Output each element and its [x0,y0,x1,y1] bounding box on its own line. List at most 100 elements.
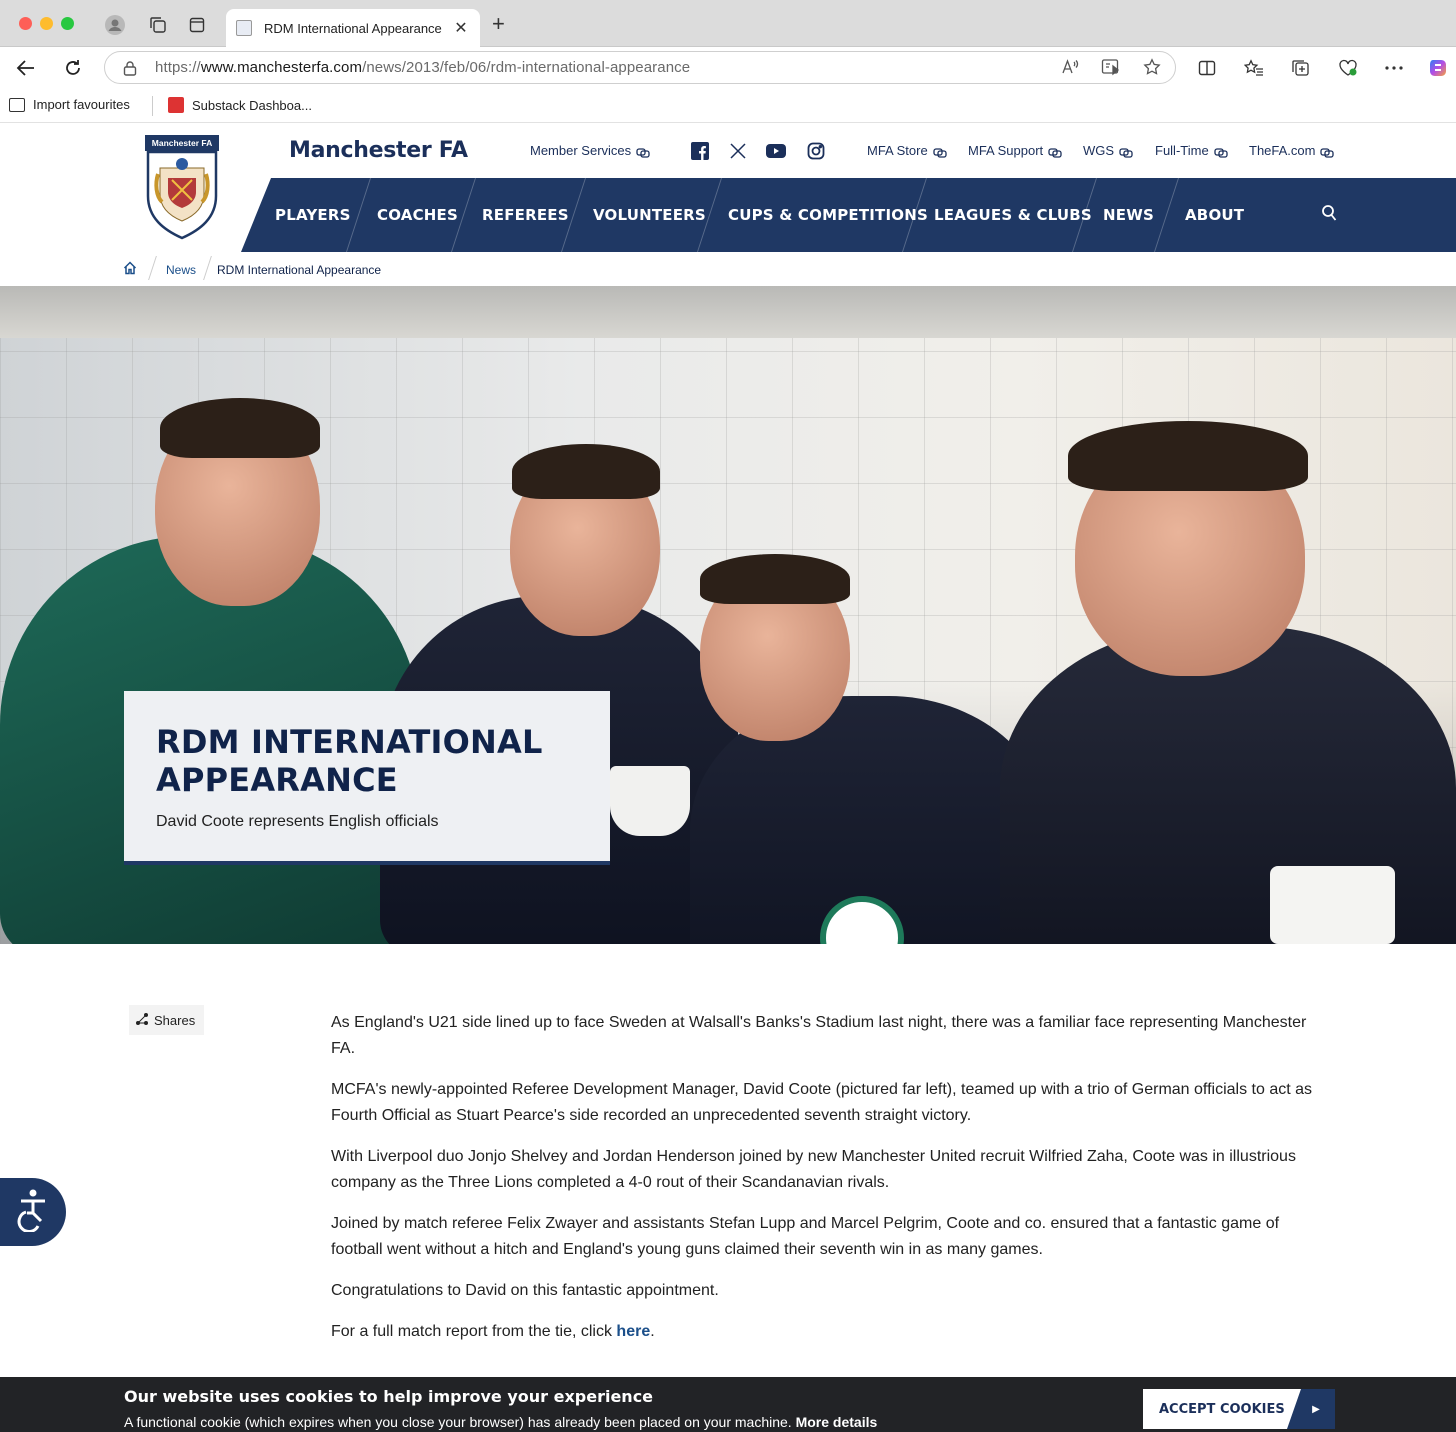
instagram-icon[interactable] [806,141,826,161]
active-tab[interactable]: RDM International Appearance ✕ [226,9,480,47]
nav-divider [1153,178,1180,252]
breadcrumb-current: RDM International Appearance [217,263,382,277]
ceiling [0,286,1456,338]
split-screen-icon[interactable] [1196,57,1218,79]
chevron-right-icon: ▶ [1287,1389,1335,1429]
article-paragraph: With Liverpool duo Jonjo Shelvey and Jor… [331,1148,1296,1191]
url-text[interactable]: https://www.manchesterfa.com/news/2013/f… [155,59,690,76]
nav-referees[interactable]: REFEREES [482,206,569,224]
utility-link-label: TheFA.com [1249,143,1316,158]
collections-icon[interactable] [1290,57,1312,79]
accessibility-icon [13,1188,53,1237]
accept-cookies-button[interactable]: ACCEPT COOKIES ▶ [1143,1389,1335,1429]
nav-leagues-clubs[interactable]: LEAGUES & CLUBS [934,206,1092,224]
accessibility-button[interactable] [0,1178,66,1246]
browser-tab-bar: RDM International Appearance ✕ + [0,0,1456,47]
utility-link-label: Full-Time [1155,143,1209,158]
favourite-label: Substack Dashboa... [192,97,312,113]
x-icon[interactable] [728,141,748,161]
lock-icon[interactable] [123,60,139,76]
main-navigation: PLAYERS COACHES REFEREES VOLUNTEERS CUPS… [241,178,1456,252]
breadcrumb-news[interactable]: News [166,263,196,277]
utility-link-thefa[interactable]: TheFA.com [1249,143,1335,158]
breadcrumb-separator [148,256,157,280]
article-subtitle: David Coote represents English officials [156,813,439,830]
article-body: As England's U21 side lined up to face S… [331,1010,1331,1360]
address-bar[interactable]: https://www.manchesterfa.com/news/2013/f… [104,51,1176,84]
search-icon[interactable] [1321,204,1339,222]
hero-title-card: RDM INTERNATIONAL APPEARANCE David Coote… [124,691,610,865]
workspaces-icon[interactable] [147,14,169,36]
fifa-referee-badge [610,766,690,836]
official-hair [512,444,660,499]
utility-link-label: Member Services [530,143,632,158]
browser-essentials-icon[interactable] [1337,57,1359,79]
utility-link-mfa-support[interactable]: MFA Support [968,143,1062,158]
nav-coaches[interactable]: COACHES [377,206,458,224]
facebook-icon[interactable] [690,141,710,161]
immersive-reader-icon[interactable] [1101,58,1121,81]
cookie-heading: Our website uses cookies to help improve… [124,1387,654,1406]
nav-volunteers[interactable]: VOLUNTEERS [593,206,706,224]
cookie-more-details-link[interactable]: More details [796,1414,878,1430]
profile-icon[interactable] [104,14,126,36]
fifa-assistant-referee-badge [1270,866,1395,944]
favourites-icon[interactable] [1243,57,1265,79]
official-hair [160,398,320,458]
nav-cups-competitions[interactable]: CUPS & COMPETITIONS [728,206,928,224]
official-hair [700,554,850,604]
utility-link-wgs[interactable]: WGS [1083,143,1133,158]
more-menu-icon[interactable] [1383,57,1405,79]
favourite-import[interactable]: Import favourites [9,97,130,112]
utility-link-member-services[interactable]: Member Services [530,143,650,158]
hero-image: RDM INTERNATIONAL APPEARANCE David Coote… [0,286,1456,944]
external-link-icon [1048,146,1062,158]
cookie-banner: Our website uses cookies to help improve… [0,1377,1456,1432]
breadcrumb-separator [203,256,212,280]
utility-link-label: MFA Store [867,143,928,158]
home-icon[interactable] [123,261,137,278]
official-hair [1068,421,1308,491]
article-paragraph: For a full match report from the tie, cl… [331,1323,655,1340]
refresh-button[interactable] [60,56,86,80]
utility-link-full-time[interactable]: Full-Time [1155,143,1228,158]
import-folder-icon [9,97,25,112]
window-close-button[interactable] [19,17,32,30]
youtube-icon[interactable] [766,141,786,161]
utility-link-mfa-store[interactable]: MFA Store [867,143,947,158]
breadcrumb: News RDM International Appearance [0,254,1456,286]
tab-favicon-icon [236,20,252,36]
copilot-icon[interactable] [1427,57,1449,79]
accept-cookies-label: ACCEPT COOKIES [1159,1401,1285,1417]
utility-link-label: WGS [1083,143,1115,158]
favourites-divider [152,96,153,116]
new-tab-button[interactable]: + [492,13,505,35]
match-report-link[interactable]: here [616,1323,650,1340]
nav-news[interactable]: NEWS [1103,206,1154,224]
site-brand[interactable]: Manchester FA [289,138,468,163]
substack-icon [168,97,184,113]
favourite-star-icon[interactable] [1143,58,1161,81]
nav-about[interactable]: ABOUT [1185,206,1244,224]
share-icon [135,1012,149,1029]
tab-close-icon[interactable]: ✕ [452,18,470,38]
shares-label: Shares [154,1012,196,1028]
back-button[interactable] [13,56,39,80]
external-link-icon [1320,146,1335,158]
nav-players[interactable]: PLAYERS [275,206,351,224]
article-paragraph: Joined by match referee Felix Zwayer and… [331,1215,1280,1258]
window-minimize-button[interactable] [40,17,53,30]
external-link-icon [1119,146,1133,158]
tab-title: RDM International Appearance [264,20,442,36]
favourite-substack[interactable]: Substack Dashboa... [168,97,312,113]
cookie-description: A functional cookie (which expires when … [124,1414,878,1430]
read-aloud-icon[interactable] [1061,58,1079,81]
shares-button[interactable]: Shares [129,1005,204,1035]
favourite-label: Import favourites [33,97,130,112]
external-link-icon [636,146,650,158]
favourites-bar: Import favourites Substack Dashboa... [0,89,1456,123]
article-paragraph: MCFA's newly-appointed Referee Developme… [331,1081,1313,1124]
window-zoom-button[interactable] [61,17,74,30]
vertical-tabs-icon[interactable] [186,14,208,36]
manchester-fa-crest-logo[interactable]: Manchester FA [144,134,220,242]
